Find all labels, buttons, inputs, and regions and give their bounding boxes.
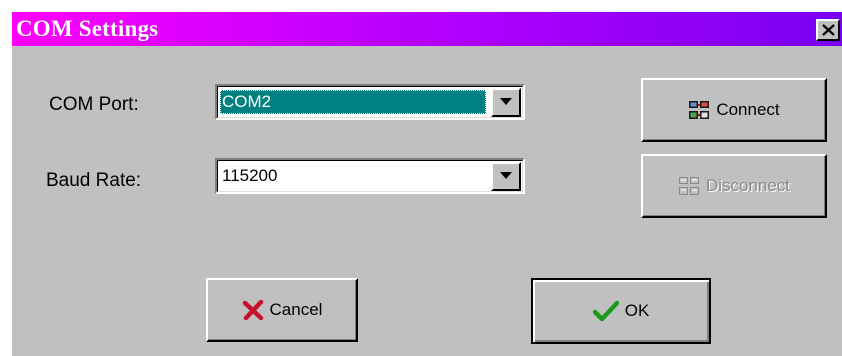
- baud-rate-dropdown-button[interactable]: [491, 162, 521, 191]
- close-icon: [822, 24, 835, 36]
- baud-rate-label: Baud Rate:: [46, 170, 142, 191]
- com-port-select[interactable]: COM2: [215, 84, 525, 120]
- baud-rate-select[interactable]: 115200: [215, 158, 525, 194]
- ok-button-label: OK: [624, 301, 650, 320]
- window-title: COM Settings: [16, 16, 159, 41]
- title-bar[interactable]: COM Settings: [12, 12, 842, 46]
- connect-button[interactable]: Connect: [641, 78, 827, 142]
- disconnect-button[interactable]: Disconnect: [641, 154, 827, 218]
- close-button[interactable]: [816, 19, 840, 41]
- disconnect-button-label: Disconnect: [705, 176, 791, 195]
- ok-button[interactable]: OK: [531, 278, 711, 344]
- com-settings-dialog: COM Settings COM Port: COM2 Baud Rate: 1…: [12, 12, 842, 356]
- chevron-down-icon: [500, 172, 512, 179]
- disconnect-icon: [678, 175, 700, 197]
- cancel-button[interactable]: Cancel: [206, 278, 358, 342]
- red-x-icon: [242, 299, 264, 321]
- com-port-label: COM Port:: [49, 94, 139, 115]
- connect-button-label: Connect: [716, 100, 780, 119]
- com-port-dropdown-button[interactable]: [491, 88, 521, 117]
- chevron-down-icon: [500, 98, 512, 105]
- combo-frame: 115200: [217, 160, 523, 192]
- com-port-value[interactable]: COM2: [220, 90, 486, 114]
- combo-frame: COM2: [217, 86, 523, 118]
- connect-icon: [688, 99, 710, 121]
- baud-rate-value[interactable]: 115200: [220, 164, 486, 188]
- green-check-icon: [592, 300, 619, 322]
- cancel-button-label: Cancel: [269, 300, 323, 319]
